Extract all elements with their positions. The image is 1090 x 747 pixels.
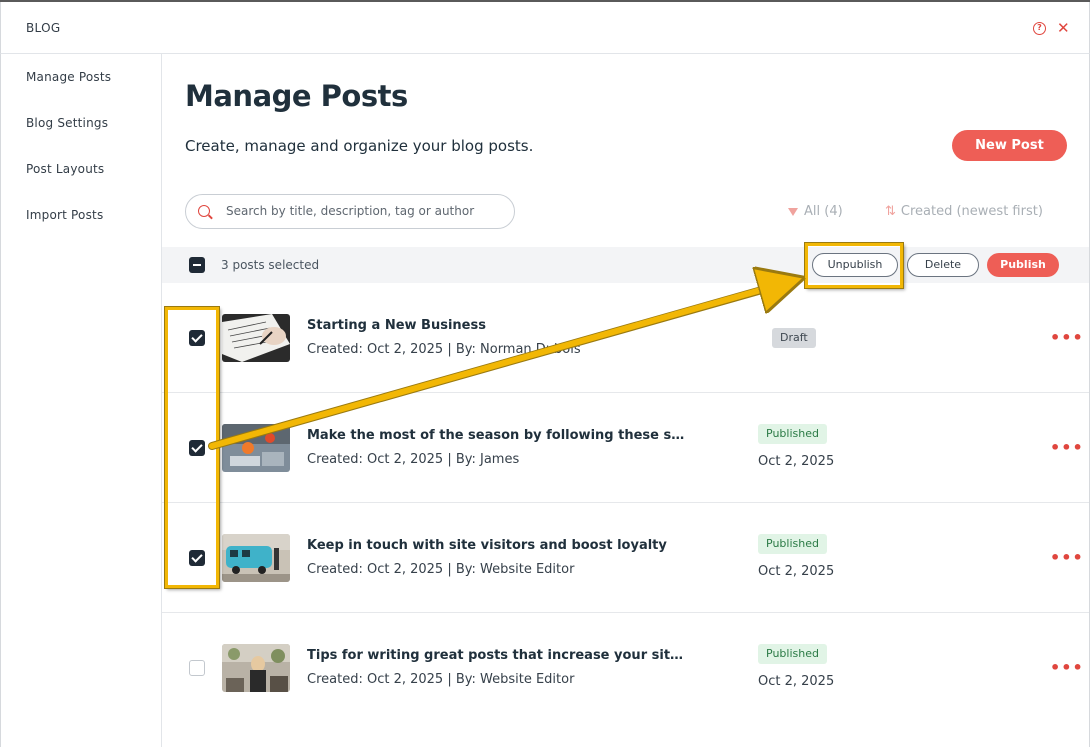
page-title: Manage Posts — [185, 79, 408, 113]
table-row[interactable]: Starting a New Business Created: Oct 2, … — [162, 283, 1089, 393]
post-date: Oct 2, 2025 — [758, 674, 835, 689]
status-badge: Draft — [772, 328, 816, 348]
more-options-icon[interactable]: ••• — [1050, 548, 1084, 567]
table-row[interactable]: Keep in touch with site visitors and boo… — [162, 503, 1089, 613]
post-thumbnail — [222, 534, 290, 582]
more-options-icon[interactable]: ••• — [1050, 328, 1084, 347]
checkbox-highlight-box — [165, 307, 219, 588]
blog-manager-window: BLOG ? ✕ Manage Posts Blog Settings Post… — [0, 0, 1090, 747]
post-title[interactable]: Keep in touch with site visitors and boo… — [307, 538, 667, 553]
search-input[interactable] — [226, 204, 506, 218]
sidebar-item-blog-settings[interactable]: Blog Settings — [26, 116, 108, 130]
close-icon[interactable]: ✕ — [1057, 19, 1070, 37]
header: BLOG ? ✕ — [0, 2, 1090, 54]
main-content: Manage Posts Create, manage and organize… — [162, 54, 1090, 747]
search-icon — [198, 205, 210, 217]
post-meta: Created: Oct 2, 2025 | By: James — [307, 452, 520, 467]
table-row[interactable]: Tips for writing great posts that increa… — [162, 613, 1089, 723]
sidebar-item-import-posts[interactable]: Import Posts — [26, 208, 103, 222]
status-badge: Published — [758, 644, 827, 664]
page-subtitle: Create, manage and organize your blog po… — [185, 137, 534, 155]
sort-dropdown[interactable]: ⇅ Created (newest first) — [885, 204, 1043, 219]
post-title[interactable]: Starting a New Business — [307, 318, 486, 333]
new-post-button[interactable]: New Post — [952, 130, 1067, 161]
post-date: Oct 2, 2025 — [758, 564, 835, 579]
sort-icon: ⇅ — [885, 204, 896, 219]
post-title[interactable]: Make the most of the season by following… — [307, 428, 687, 443]
post-meta: Created: Oct 2, 2025 | By: Website Edito… — [307, 562, 575, 577]
more-options-icon[interactable]: ••• — [1050, 438, 1084, 457]
bulk-action-bar: 3 posts selected Unpublish Delete Publis… — [162, 247, 1089, 283]
sort-label: Created (newest first) — [900, 204, 1043, 219]
search-box[interactable] — [185, 194, 515, 229]
post-thumbnail — [222, 644, 290, 692]
question-circle-icon[interactable]: ? — [1033, 22, 1046, 35]
post-date: Oct 2, 2025 — [758, 454, 835, 469]
publish-button[interactable]: Publish — [987, 253, 1059, 277]
table-row[interactable]: Make the most of the season by following… — [162, 393, 1089, 503]
delete-button[interactable]: Delete — [907, 253, 979, 277]
post-meta: Created: Oct 2, 2025 | By: Website Edito… — [307, 672, 575, 687]
unpublish-highlight-box — [805, 243, 903, 288]
row-checkbox[interactable] — [189, 660, 205, 676]
post-title[interactable]: Tips for writing great posts that increa… — [307, 648, 687, 663]
filter-label: All (4) — [804, 204, 843, 219]
post-thumbnail — [222, 424, 290, 472]
header-title: BLOG — [26, 21, 61, 35]
filter-dropdown[interactable]: All (4) — [788, 204, 843, 219]
status-badge: Published — [758, 534, 827, 554]
selected-count: 3 posts selected — [221, 258, 320, 272]
sidebar-item-manage-posts[interactable]: Manage Posts — [26, 70, 111, 84]
more-options-icon[interactable]: ••• — [1050, 658, 1084, 677]
post-thumbnail — [222, 314, 290, 362]
sidebar-item-post-layouts[interactable]: Post Layouts — [26, 162, 104, 176]
sidebar: Manage Posts Blog Settings Post Layouts … — [0, 54, 162, 747]
status-badge: Published — [758, 424, 827, 444]
select-all-checkbox[interactable] — [189, 257, 205, 273]
filter-icon — [788, 208, 798, 216]
post-meta: Created: Oct 2, 2025 | By: Norman Dubois — [307, 342, 581, 357]
